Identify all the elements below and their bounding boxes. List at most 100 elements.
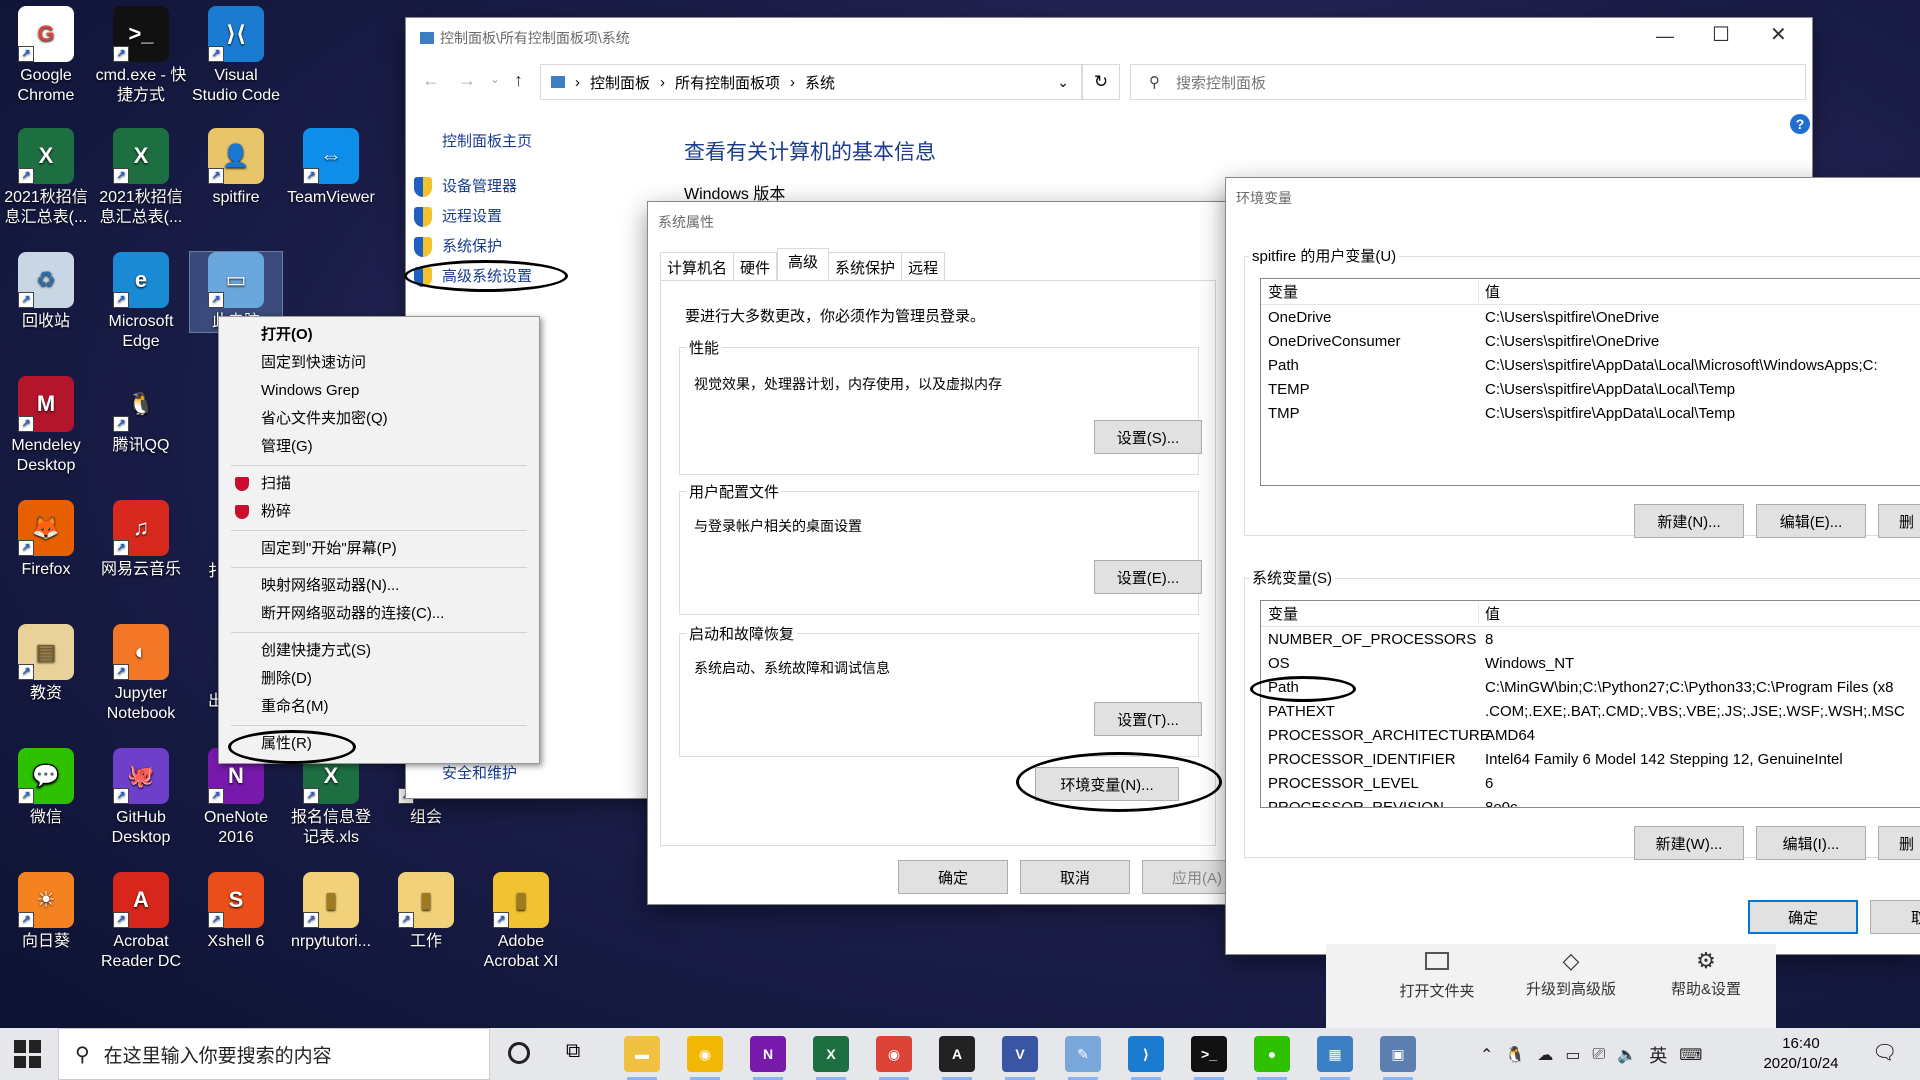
desktop-icon[interactable]: e ↗ Microsoft Edge (95, 252, 187, 352)
context-menu-item[interactable]: 粉碎 (219, 498, 539, 526)
search-input[interactable]: ⚲ 搜索控制面板 (1130, 64, 1806, 100)
table-row[interactable]: NUMBER_OF_PROCESSORS 8 (1261, 627, 1920, 651)
performance-settings-button[interactable]: 设置(S)... (1094, 420, 1202, 454)
context-menu-item[interactable]: Windows Grep (219, 377, 539, 405)
speaker-icon[interactable]: 🔈 (1617, 1045, 1637, 1065)
desktop-icon[interactable]: X ↗ 2021秋招信息汇总表(... (95, 128, 187, 228)
context-menu-item[interactable]: 省心文件夹加密(Q) (219, 405, 539, 433)
table-row[interactable]: PATHEXT .COM;.EXE;.BAT;.CMD;.VBS;.VBE;.JS… (1261, 699, 1920, 723)
chrome-icon[interactable]: ◉ (876, 1036, 912, 1080)
onenote-icon[interactable]: N (750, 1036, 786, 1080)
table-row[interactable]: PROCESSOR_REVISION 8e0c (1261, 795, 1920, 808)
desktop-icon[interactable]: ◐ ↗ Jupyter Notebook (95, 624, 187, 724)
desktop-icon[interactable]: A ↗ Acrobat Reader DC (95, 872, 187, 972)
env-cancel-button[interactable]: 取 (1870, 900, 1920, 934)
desktop-icon[interactable]: G ↗ Google Chrome (0, 6, 92, 106)
table-row[interactable]: Path C:\Users\spitfire\AppData\Local\Micr… (1261, 353, 1920, 377)
context-menu-item[interactable]: 固定到快速访问 (219, 349, 539, 377)
excel-icon[interactable]: X (813, 1036, 849, 1080)
table-row[interactable]: PROCESSOR_IDENTIFIER Intel64 Family 6 Mod… (1261, 747, 1920, 771)
table-row[interactable]: TMP C:\Users\spitfire\AppData\Local\Temp (1261, 401, 1920, 425)
table-row[interactable]: Path C:\MinGW\bin;C:\Python27;C:\Python33… (1261, 675, 1920, 699)
system-new-button[interactable]: 新建(W)... (1634, 826, 1744, 860)
chevron-down-icon[interactable]: ⌄ (490, 72, 500, 86)
paint-icon[interactable]: ✎ (1065, 1036, 1101, 1080)
user-variables-list[interactable]: 变量值 OneDrive C:\Users\spitfire\OneDrive One… (1260, 278, 1920, 486)
context-menu-item[interactable]: 断开网络驱动器的连接(C)... (219, 600, 539, 628)
help-settings-item[interactable]: ⚙ 帮助&设置 (1646, 950, 1766, 999)
context-menu-item[interactable]: 扫描 (219, 470, 539, 498)
link-remote-settings[interactable]: 远程设置 (414, 202, 532, 232)
forward-icon[interactable]: → (458, 70, 476, 91)
taskbar-search-input[interactable]: ⚲ 在这里输入你要搜索的内容 (58, 1028, 490, 1080)
column-header-value[interactable]: 值 (1479, 603, 1500, 624)
desktop-icon[interactable]: X ↗ 2021秋招信息汇总表(... (0, 128, 92, 228)
user-new-button[interactable]: 新建(N)... (1634, 504, 1744, 538)
user-edit-button[interactable]: 编辑(E)... (1756, 504, 1866, 538)
tab-system-protection[interactable]: 系统保护 (829, 252, 903, 280)
open-folder-item[interactable]: 打开文件夹 (1382, 952, 1492, 1001)
help-icon[interactable]: ? (1790, 114, 1810, 134)
desktop-icon[interactable]: ☀ ↗ 向日葵 (0, 872, 92, 952)
close-icon[interactable]: ✕ (1770, 22, 1787, 47)
up-icon[interactable]: ↑ (514, 70, 523, 91)
notification-icon[interactable]: 🗨 (1872, 1040, 1897, 1065)
refresh-button[interactable]: ↻ (1082, 64, 1120, 100)
desktop-icon[interactable]: >_ ↗ cmd.exe - 快捷方式 (95, 6, 187, 106)
wechat-icon[interactable]: ● (1254, 1036, 1290, 1080)
tab-hardware[interactable]: 硬件 (734, 252, 778, 280)
desktop-icon[interactable]: ⟩⟨ ↗ Visual Studio Code (190, 6, 282, 106)
qq-tray-icon[interactable]: 🐧 (1505, 1045, 1525, 1065)
user-delete-button[interactable]: 删 (1878, 504, 1920, 538)
tab-advanced[interactable]: 高级 (777, 248, 830, 280)
acrobat-icon[interactable]: A (939, 1036, 975, 1080)
link-device-manager[interactable]: 设备管理器 (414, 172, 532, 202)
control-panel-icon[interactable]: ▦ (1317, 1036, 1353, 1080)
dialog-titlebar[interactable]: 环境变量 (1226, 178, 1920, 218)
desktop-icon[interactable]: 💬 ↗ 微信 (0, 748, 92, 828)
chrome-canary-icon[interactable]: ◉ (687, 1036, 723, 1080)
desktop-icon[interactable]: M ↗ Mendeley Desktop (0, 376, 92, 476)
context-menu-item[interactable]: 固定到"开始"屏幕(P) (219, 535, 539, 563)
ime-mode[interactable]: 英 (1649, 1042, 1667, 1068)
system-delete-button[interactable]: 删 (1878, 826, 1920, 860)
context-menu-item[interactable]: 映射网络驱动器(N)... (219, 572, 539, 600)
security-maintenance-link[interactable]: 安全和维护 (442, 762, 517, 783)
link-system-protection[interactable]: 系统保护 (414, 232, 532, 262)
desktop-icon[interactable]: 🐙 ↗ GitHub Desktop (95, 748, 187, 848)
table-row[interactable]: TEMP C:\Users\spitfire\AppData\Local\Temp (1261, 377, 1920, 401)
network-icon[interactable]: ⎚ (1592, 1046, 1605, 1064)
ok-button[interactable]: 确定 (898, 860, 1008, 894)
address-bar[interactable]: › 控制面板 › 所有控制面板项 › 系统 ⌄ (540, 64, 1082, 100)
start-button[interactable] (14, 1040, 42, 1068)
file-explorer-icon[interactable]: ▬ (624, 1036, 660, 1080)
upgrade-item[interactable]: ◇ 升级到高级版 (1506, 950, 1636, 999)
env-ok-button[interactable]: 确定 (1748, 900, 1858, 934)
visio-icon[interactable]: V (1002, 1036, 1038, 1080)
desktop-icon[interactable]: ⇔ ↗ TeamViewer (285, 128, 377, 208)
context-menu-item[interactable]: 创建快捷方式(S) (219, 637, 539, 665)
system-properties-icon[interactable]: ▣ (1380, 1036, 1416, 1080)
startup-settings-button[interactable]: 设置(T)... (1094, 702, 1202, 736)
system-edit-button[interactable]: 编辑(I)... (1756, 826, 1866, 860)
control-panel-home-link[interactable]: 控制面板主页 (442, 130, 532, 151)
desktop-icon[interactable]: 🐧 ↗ 腾讯QQ (95, 376, 187, 456)
control-panel-titlebar[interactable]: 控制面板\所有控制面板项\系统 — ☐ ✕ (406, 18, 1812, 58)
breadcrumb-item[interactable]: 所有控制面板项 (675, 72, 780, 93)
context-menu-item[interactable]: 重命名(M) (219, 693, 539, 721)
desktop-icon[interactable]: ♻ ↗ 回收站 (0, 252, 92, 332)
maximize-icon[interactable]: ☐ (1712, 22, 1730, 47)
table-row[interactable]: OS Windows_NT (1261, 651, 1920, 675)
context-menu-item[interactable]: 管理(G) (219, 433, 539, 461)
dialog-titlebar[interactable]: 系统属性 (648, 202, 1228, 242)
tab-computer-name[interactable]: 计算机名 (660, 252, 735, 280)
vscode-icon[interactable]: ⟩ (1128, 1036, 1164, 1080)
column-header-variable[interactable]: 变量 (1261, 281, 1479, 302)
back-icon[interactable]: ← (422, 70, 440, 91)
desktop-icon[interactable]: 🦊 ↗ Firefox (0, 500, 92, 580)
table-row[interactable]: OneDrive C:\Users\spitfire\OneDrive (1261, 305, 1920, 329)
table-row[interactable]: PROCESSOR_LEVEL 6 (1261, 771, 1920, 795)
task-view-icon[interactable]: ⧉ (566, 1040, 580, 1063)
breadcrumb-item[interactable]: 控制面板 (590, 72, 650, 93)
desktop-icon[interactable]: S ↗ Xshell 6 (190, 872, 282, 952)
